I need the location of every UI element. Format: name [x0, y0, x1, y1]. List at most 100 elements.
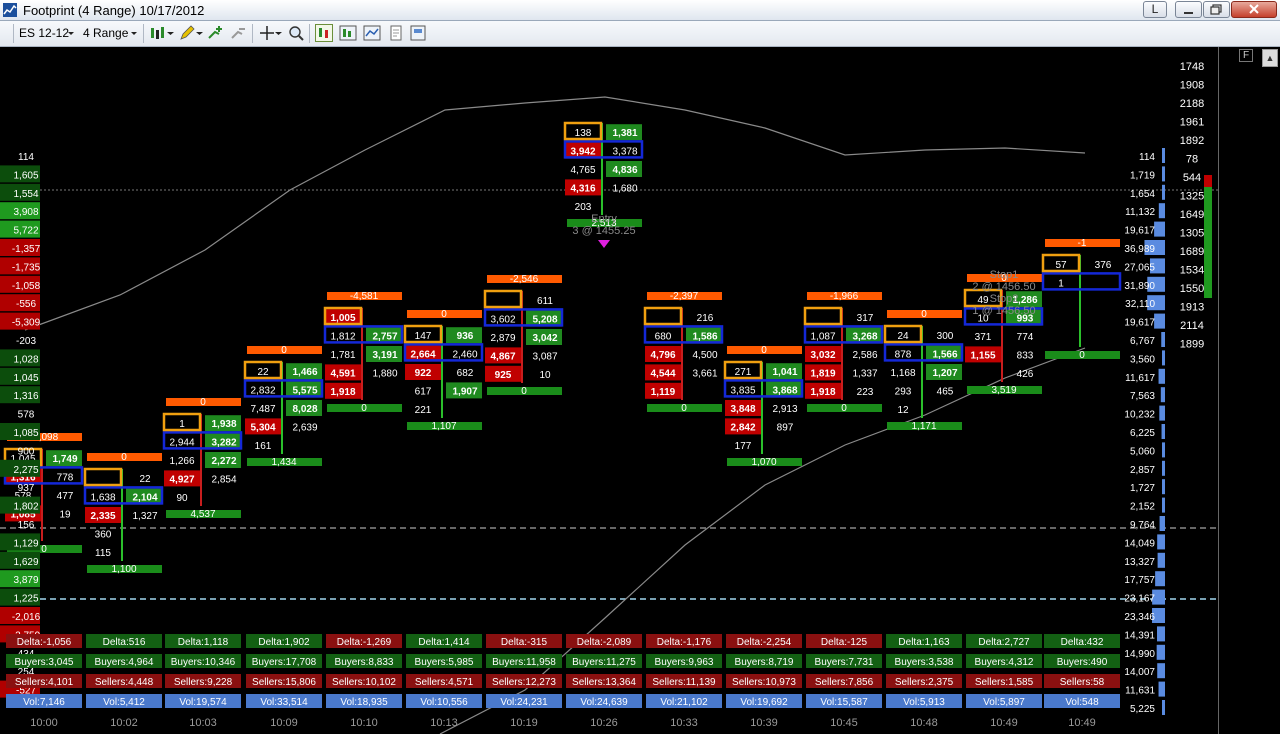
ask-volume: 4,500 [692, 350, 717, 361]
left-volume-value: -5,309 [12, 318, 41, 329]
right-volume-value: 11,617 [1125, 373, 1155, 384]
summary-delta-value: Delta:-1,269 [337, 637, 392, 648]
right-volume-value: 11,132 [1125, 207, 1155, 218]
ask-volume: 3,191 [372, 350, 397, 361]
right-delta-value: 1899 [1180, 339, 1204, 351]
time-label: 10:19 [510, 717, 538, 729]
right-delta-value: 1550 [1180, 283, 1204, 295]
right-volume-value: 23,346 [1124, 612, 1155, 623]
delta-bottom-label: 1,070 [751, 457, 776, 468]
footprint-chart[interactable]: 1,045 1,7491,316 778578 4771,085 19-2,098022… [0, 47, 1280, 734]
absorption-box [483, 289, 523, 309]
price-axis[interactable] [1218, 47, 1280, 734]
bid-volume: 1,087 [810, 332, 835, 343]
add-indicator-icon[interactable] [206, 24, 224, 42]
summary-delta-value: Delta:1,414 [418, 637, 470, 648]
entry-label: Entry [591, 213, 617, 225]
bid-volume: 2,335 [90, 511, 115, 522]
left-volume-value: 1,554 [13, 189, 38, 200]
pencil-icon[interactable] [178, 24, 196, 42]
left-volume-value: 1,085 [13, 428, 38, 439]
scroll-up-button[interactable]: ▲ [1262, 49, 1278, 67]
bid-volume: 161 [255, 441, 272, 452]
ask-volume: 5,208 [532, 315, 557, 326]
ask-volume: 3,282 [211, 438, 236, 449]
delta-bottom-label: 0 [681, 403, 687, 414]
ask-volume: 833 [1017, 350, 1034, 361]
left-volume-value: 1,129 [13, 538, 38, 549]
summary-sellers-value: Sellers:4,101 [15, 677, 74, 688]
right-volume-value: 36,989 [1124, 244, 1155, 255]
right-volume-value: 1,719 [1130, 170, 1155, 181]
ask-volume: 465 [937, 386, 954, 397]
chart-scale-button[interactable]: F [1239, 49, 1253, 62]
chevron-down-icon[interactable] [274, 24, 283, 42]
right-volume-bar [1160, 387, 1165, 403]
right-delta-value: 1325 [1180, 191, 1204, 203]
template-icon[interactable] [387, 24, 405, 42]
time-label: 10:02 [110, 717, 138, 729]
chart-trader-icon[interactable] [315, 24, 333, 42]
delta-bottom-label: 0 [361, 403, 367, 414]
summary-buyers-value: Buyers:3,045 [15, 657, 74, 668]
ask-volume: 4,836 [612, 165, 637, 176]
ask-volume: 3,868 [772, 386, 797, 397]
close-button[interactable] [1231, 1, 1277, 18]
chevron-down-icon[interactable] [66, 24, 76, 42]
left-volume-value: 1,045 [13, 373, 38, 384]
summary-sellers-value: Sellers:1,585 [975, 677, 1034, 688]
bar-type-icon[interactable] [149, 24, 167, 42]
remove-indicator-icon[interactable] [229, 24, 247, 42]
bid-volume: 371 [975, 332, 992, 343]
ask-volume: 1,907 [452, 386, 477, 397]
left-volume-value: 114 [18, 152, 34, 163]
left-volume-value: -1,735 [12, 262, 41, 273]
time-label: 10:45 [830, 717, 858, 729]
maximize-button[interactable] [1203, 1, 1230, 18]
help-button[interactable]: L [1143, 1, 1167, 18]
zoom-icon[interactable] [287, 24, 305, 42]
window-link-icon[interactable] [409, 24, 427, 42]
right-volume-value: 114 [1139, 152, 1155, 163]
ask-volume: 2,586 [852, 350, 877, 361]
left-volume-value: 3,908 [13, 207, 38, 218]
chevron-down-icon[interactable] [195, 24, 204, 42]
right-volume-value: 9,764 [1130, 520, 1155, 531]
time-label: 10:26 [590, 717, 618, 729]
bid-volume: 1,119 [651, 387, 676, 398]
bid-volume: 3,032 [810, 350, 835, 361]
right-volume-value: 32,110 [1125, 299, 1155, 310]
summary-vol-value: Vol:21,102 [660, 697, 708, 708]
summary-sellers-value: Sellers:13,364 [572, 677, 636, 688]
right-volume-value: 6,225 [1130, 428, 1155, 439]
interval-selector[interactable]: 4 Range [83, 26, 128, 40]
right-volume-bar [1162, 442, 1165, 458]
ask-volume: 2,913 [772, 404, 797, 415]
toolbar-separator [252, 24, 253, 43]
summary-delta-value: Delta:516 [103, 637, 146, 648]
minimize-button[interactable] [1175, 1, 1202, 18]
chevron-down-icon[interactable] [166, 24, 175, 42]
bid-volume: 360 [95, 529, 112, 540]
chevron-down-icon[interactable] [129, 24, 139, 42]
right-volume-value: 5,225 [1130, 704, 1155, 715]
right-delta-bar-red [1204, 175, 1212, 187]
summary-delta-value: Delta:-1,056 [17, 637, 72, 648]
delta-top-label: 0 [200, 397, 206, 408]
bid-volume: 5,304 [250, 422, 275, 433]
time-label: 10:09 [270, 717, 298, 729]
summary-sellers-value: Sellers:10,102 [332, 677, 396, 688]
bid-volume: 138 [575, 128, 592, 139]
data-box-icon[interactable] [339, 24, 357, 42]
right-volume-bar [1162, 479, 1165, 495]
instrument-selector[interactable]: ES 12-12 [19, 26, 69, 40]
summary-sellers-value: Sellers:10,973 [732, 677, 796, 688]
right-delta-value: 1649 [1180, 209, 1204, 221]
ask-volume: 2,104 [132, 493, 157, 504]
absorption-box [643, 306, 683, 326]
properties-icon[interactable] [363, 24, 381, 42]
right-volume-value: 11,631 [1125, 686, 1155, 697]
bid-volume: 3,602 [490, 315, 515, 326]
right-volume-value: 19,617 [1124, 318, 1155, 329]
ask-volume: 2,854 [211, 474, 236, 485]
